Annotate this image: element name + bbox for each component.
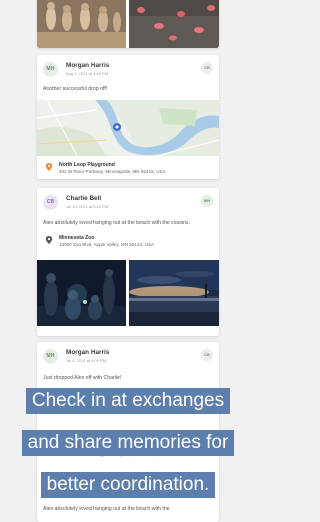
post-message: Another successful drop off! bbox=[43, 86, 108, 92]
location-address: 402 W River Parkway, Minneapolis, MN 554… bbox=[59, 168, 166, 174]
location-map[interactable] bbox=[37, 99, 219, 156]
post-card-photos-top bbox=[37, 0, 219, 48]
post-timestamp: Jul 8, 2021 at 4:00 PM bbox=[66, 358, 107, 363]
location-row[interactable]: North Loop Playground 402 W River Parkwa… bbox=[37, 161, 219, 180]
post-header: MH Morgan Harris Jul 8, 2021 at 4:00 PM … bbox=[37, 342, 219, 368]
author-name: Morgan Harris bbox=[66, 349, 110, 356]
post-header: MH Morgan Harris Aug 1, 2021 at 4:00 PM … bbox=[37, 55, 219, 81]
avatar[interactable]: MH bbox=[43, 349, 58, 364]
location-address: 402 W River Parkway, Minneapolis, MN 554… bbox=[59, 452, 166, 457]
post-card[interactable]: MH Morgan Harris Aug 1, 2021 at 4:00 PM … bbox=[37, 55, 219, 179]
post-header: CB Charlie Bell Jul 15, 2021 at 6:14 PM … bbox=[37, 188, 219, 214]
photo-kids-night[interactable] bbox=[37, 259, 126, 326]
avatar[interactable]: CB bbox=[43, 195, 58, 210]
photo-beach-sunset[interactable] bbox=[129, 259, 219, 326]
recipient-badge[interactable]: CB bbox=[201, 62, 213, 74]
photo-flamingos[interactable] bbox=[129, 0, 219, 48]
location-name: Minnesota Zoo bbox=[59, 234, 95, 241]
location-row[interactable]: Minnesota Zoo 13000 Zoo Blvd, Apple Vall… bbox=[37, 234, 219, 254]
photo-row bbox=[37, 259, 219, 326]
photo-meerkats[interactable] bbox=[37, 0, 126, 48]
author-name: Morgan Harris bbox=[66, 62, 110, 69]
location-address: 13000 Zoo Blvd, Apple Valley, MN 55124, … bbox=[59, 241, 155, 247]
post-timestamp: Aug 1, 2021 at 4:00 PM bbox=[66, 71, 109, 76]
avatar[interactable]: MH bbox=[43, 62, 58, 77]
location-pin-icon bbox=[45, 162, 53, 171]
post-card[interactable]: CB Charlie Bell Jul 15, 2021 at 6:14 PM … bbox=[37, 188, 219, 336]
location-name: North Loop Playground bbox=[59, 161, 115, 168]
post-timestamp: Jul 15, 2021 at 6:14 PM bbox=[66, 204, 109, 209]
recipient-badge[interactable]: MH bbox=[201, 195, 213, 207]
post-card[interactable]: MH Morgan Harris Jul 8, 2021 at 4:00 PM … bbox=[37, 342, 219, 522]
location-pin-icon bbox=[45, 235, 53, 244]
post-message: Alex absolutely loved hanging out at the… bbox=[43, 506, 170, 512]
photo-row bbox=[37, 0, 219, 48]
recipient-badge[interactable]: CB bbox=[201, 349, 213, 361]
author-name: Charlie Bell bbox=[66, 195, 102, 202]
post-message: Just dropped Alex off with Charlie! bbox=[43, 375, 122, 381]
post-message: Alex absolutely loved hanging out at the… bbox=[43, 220, 191, 226]
map-pin-icon bbox=[113, 122, 121, 131]
